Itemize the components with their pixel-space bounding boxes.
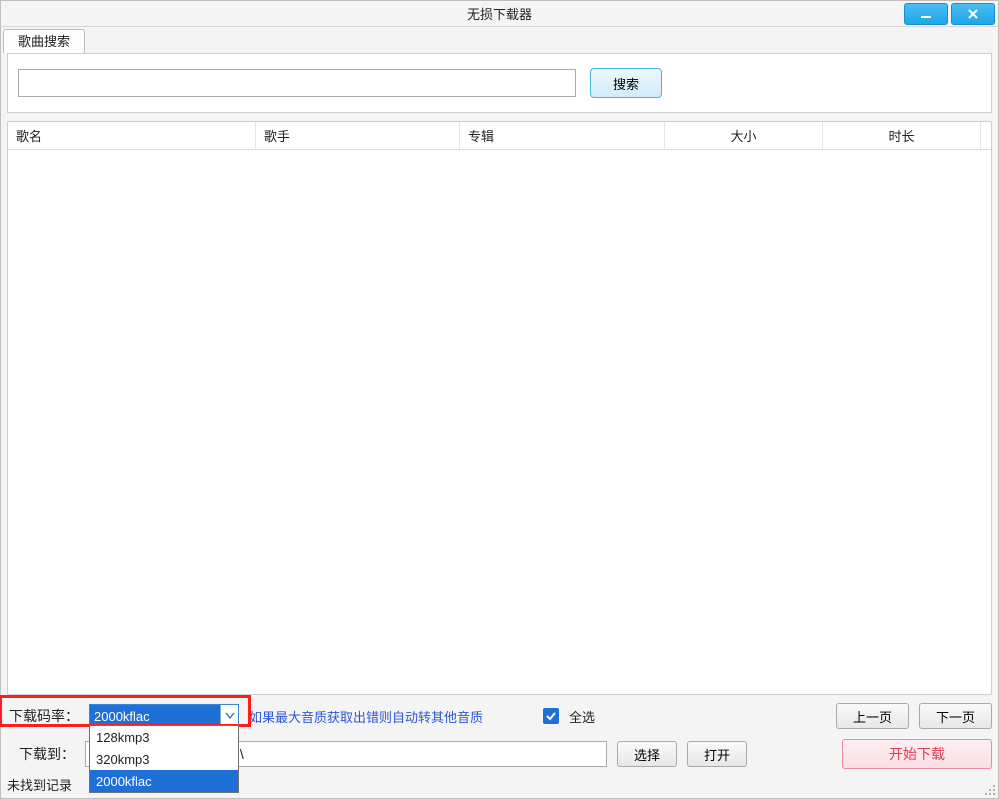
minimize-icon xyxy=(919,7,933,21)
col-album[interactable]: 专辑 xyxy=(460,122,665,149)
tab-label: 歌曲搜索 xyxy=(18,34,70,49)
bottom-panel: 下载码率： 2000kflac 如果最大音质获取出错则自动转其他音质 全选 上一… xyxy=(1,695,998,773)
bitrate-option[interactable]: 128kmp3 xyxy=(90,726,238,748)
bitrate-option[interactable]: 320kmp3 xyxy=(90,748,238,770)
minimize-button[interactable] xyxy=(904,3,948,25)
bitrate-hint: 如果最大音质获取出错则自动转其他音质 xyxy=(249,707,483,726)
bitrate-label: 下载码率： xyxy=(9,706,79,726)
close-icon xyxy=(966,7,980,21)
col-song[interactable]: 歌名 xyxy=(8,122,256,149)
app-window: 无损下载器 歌曲搜索 搜索 歌名 歌手 专辑 大小 时长 xyxy=(0,0,999,799)
open-folder-button[interactable]: 打开 xyxy=(687,741,747,767)
bitrate-option[interactable]: 2000kflac xyxy=(90,770,238,792)
prev-page-button[interactable]: 上一页 xyxy=(836,703,909,729)
select-all-checkbox[interactable] xyxy=(543,708,559,724)
col-duration[interactable]: 时长 xyxy=(823,122,981,149)
col-singer[interactable]: 歌手 xyxy=(256,122,460,149)
table-body xyxy=(8,150,991,694)
window-title: 无损下载器 xyxy=(467,4,532,23)
tab-bar: 歌曲搜索 xyxy=(1,27,998,53)
resize-grip[interactable] xyxy=(982,782,996,796)
bitrate-selected: 2000kflac xyxy=(90,705,220,727)
window-buttons xyxy=(904,1,998,26)
search-button[interactable]: 搜索 xyxy=(590,68,662,98)
search-input[interactable] xyxy=(18,69,576,97)
download-to-label: 下载到： xyxy=(19,744,75,764)
search-pane: 搜索 xyxy=(7,53,992,113)
col-size[interactable]: 大小 xyxy=(665,122,823,149)
start-download-button[interactable]: 开始下载 xyxy=(842,739,992,769)
title-bar: 无损下载器 xyxy=(1,1,998,27)
check-icon xyxy=(546,711,556,721)
chevron-down-icon xyxy=(220,705,238,727)
search-button-label: 搜索 xyxy=(613,74,639,93)
bitrate-dropdown: 128kmp3 320kmp3 2000kflac xyxy=(89,725,239,793)
table-header: 歌名 歌手 专辑 大小 时长 xyxy=(8,122,991,150)
results-table: 歌名 歌手 专辑 大小 时长 xyxy=(7,121,992,695)
browse-button[interactable]: 选择 xyxy=(617,741,677,767)
next-page-button[interactable]: 下一页 xyxy=(919,703,992,729)
select-all-label: 全选 xyxy=(569,707,595,726)
resize-grip-icon xyxy=(982,782,996,796)
close-button[interactable] xyxy=(951,3,995,25)
tab-song-search[interactable]: 歌曲搜索 xyxy=(3,29,85,53)
status-text: 未找到记录 xyxy=(7,778,72,793)
